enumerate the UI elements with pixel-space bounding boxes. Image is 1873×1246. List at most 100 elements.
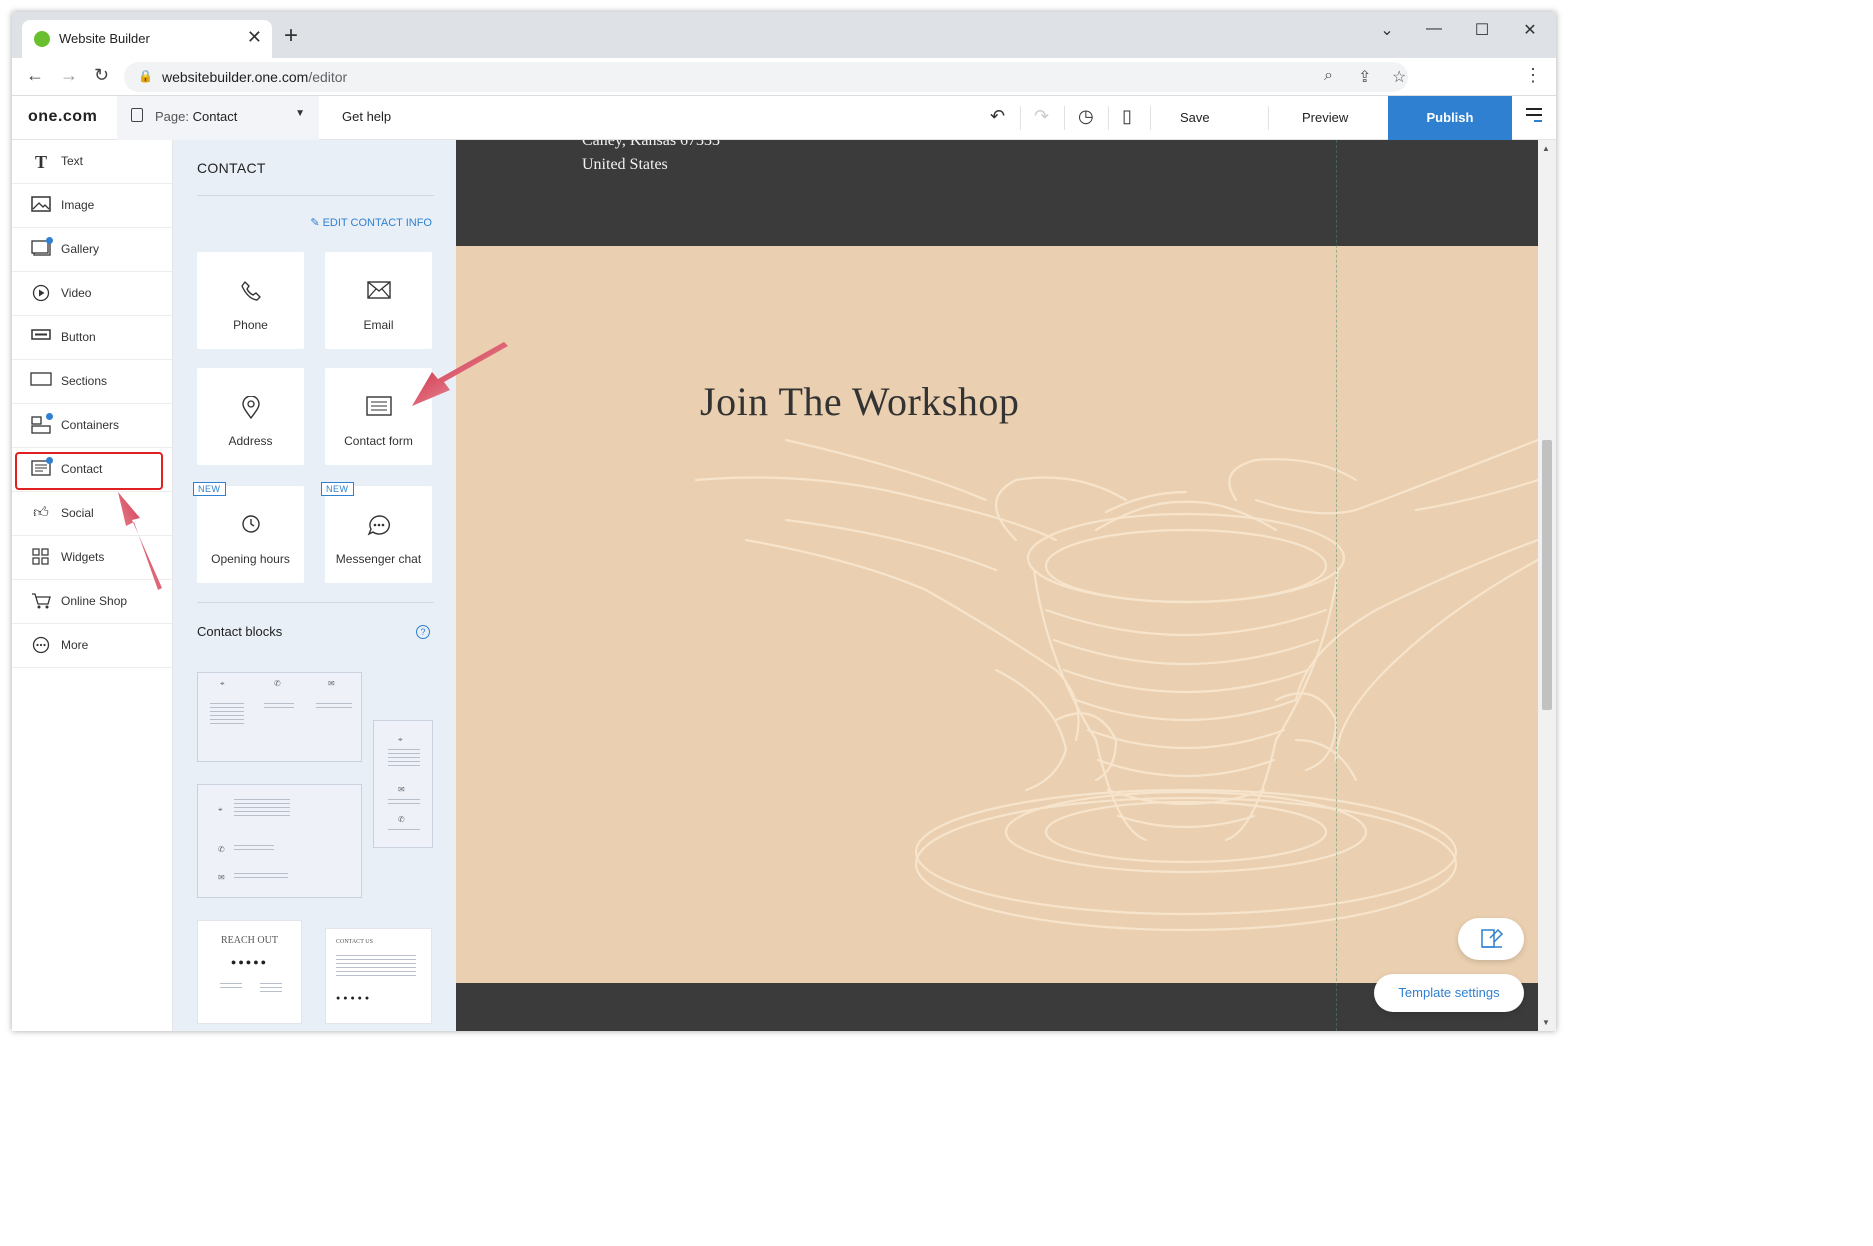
preview-button[interactable]: Preview xyxy=(1302,110,1348,125)
editor-toolbar: one.com Page: Contact ▼ Get help ↶ ↷ ◷ ▯… xyxy=(12,96,1556,140)
map-pin-icon: ⌖ xyxy=(398,735,403,744)
contact-blocks-title: Contact blocks xyxy=(197,624,283,639)
sidebar-item-label: Sections xyxy=(61,374,108,388)
placeholder-lines xyxy=(260,983,282,995)
share-icon[interactable]: ⇪ xyxy=(1358,67,1371,87)
back-icon[interactable]: ← xyxy=(26,65,44,86)
placeholder-lines xyxy=(336,955,416,979)
placeholder-lines xyxy=(316,703,352,711)
contact-form-card[interactable]: Contact form xyxy=(325,368,432,465)
undo-icon[interactable]: ↶ xyxy=(990,106,1005,127)
browser-menu-icon[interactable]: ⋮ xyxy=(1524,65,1542,86)
contact-us-heading: CONTACT US xyxy=(336,939,373,945)
close-tab-icon[interactable]: ✕ xyxy=(247,27,262,48)
image-icon xyxy=(30,196,52,214)
minimize-icon[interactable]: — xyxy=(1419,20,1449,38)
browser-tab[interactable]: Website Builder ✕ xyxy=(22,20,272,58)
divider xyxy=(1268,106,1269,130)
logo[interactable]: one.com xyxy=(28,108,97,126)
sidebar-item-online-shop[interactable]: Online Shop xyxy=(12,580,173,624)
phone-icon: ✆ xyxy=(398,815,405,824)
help-icon[interactable]: ? xyxy=(416,625,430,639)
contact-block-thumbnail[interactable]: REACH OUT ●●●●● xyxy=(197,920,302,1024)
sidebar-item-label: Text xyxy=(61,154,84,168)
close-window-icon[interactable]: ✕ xyxy=(1515,20,1545,40)
card-label: Messenger chat xyxy=(335,552,422,566)
divider xyxy=(1064,106,1065,130)
sidebar-item-social[interactable]: 👍︎ Social xyxy=(12,492,173,536)
publish-button[interactable]: Publish xyxy=(1388,96,1512,140)
mobile-view-icon[interactable]: ▯ xyxy=(1122,106,1132,127)
placeholder-lines xyxy=(388,799,420,807)
sidebar-item-gallery[interactable]: Gallery xyxy=(12,228,173,272)
card-label: Email xyxy=(363,318,394,332)
maximize-icon[interactable]: ☐ xyxy=(1467,20,1497,40)
sidebar-item-label: More xyxy=(61,638,89,652)
reload-icon[interactable]: ↻ xyxy=(94,65,109,86)
sidebar-item-text[interactable]: T Text xyxy=(12,140,173,184)
phone-card[interactable]: Phone xyxy=(197,252,304,349)
email-card[interactable]: Email xyxy=(325,252,432,349)
widgets-icon xyxy=(30,548,52,566)
sidebar-item-button[interactable]: Button xyxy=(12,316,173,360)
redo-icon[interactable]: ↷ xyxy=(1034,106,1049,127)
divider xyxy=(1150,106,1151,130)
cart-icon xyxy=(30,592,52,610)
contact-block-thumbnail[interactable]: CONTACT US ●●●●● xyxy=(325,928,432,1024)
sidebar-item-label: Widgets xyxy=(61,550,105,564)
sidebar-item-containers[interactable]: Containers xyxy=(12,404,173,448)
canvas-scrollbar[interactable]: ▲ ▼ xyxy=(1538,140,1556,1031)
contact-block-thumbnail[interactable]: ⌖ ✆ ✉ xyxy=(197,784,362,898)
edit-contact-info-link[interactable]: ✎ EDIT CONTACT INFO xyxy=(310,216,432,229)
placeholder-lines xyxy=(234,873,288,881)
url-text: websitebuilder.one.com/editor xyxy=(162,69,348,85)
design-tools-button[interactable] xyxy=(1458,918,1524,960)
new-badge: NEW xyxy=(193,482,226,496)
sidebar-item-label: Button xyxy=(61,330,96,344)
chat-bubble-icon xyxy=(325,514,432,542)
new-tab-icon[interactable]: + xyxy=(284,22,298,50)
more-icon xyxy=(30,636,52,654)
divider xyxy=(1020,106,1021,130)
form-icon xyxy=(325,396,432,422)
sidebar-item-more[interactable]: More xyxy=(12,624,173,668)
contact-block-thumbnail[interactable]: ⌖ ✉ ✆ xyxy=(373,720,433,848)
address-card[interactable]: Address xyxy=(197,368,304,465)
sidebar-item-video[interactable]: Video xyxy=(12,272,173,316)
placeholder-lines xyxy=(388,749,420,769)
url-field[interactable]: 🔒 websitebuilder.one.com/editor ⌕ ⇪ ☆ xyxy=(124,62,1408,92)
page-selector[interactable]: Page: Contact ▼ xyxy=(117,96,319,140)
placeholder-lines xyxy=(264,703,294,711)
scroll-down-icon[interactable]: ▼ xyxy=(1542,1018,1550,1027)
scroll-up-icon[interactable]: ▲ xyxy=(1542,144,1550,153)
envelope-icon: ✉ xyxy=(218,873,225,882)
page-canvas[interactable]: Caney, Kansas 67333 United States Join T… xyxy=(456,140,1538,1031)
contact-block-thumbnail[interactable]: ⌖ ✆ ✉ xyxy=(197,672,362,762)
clock-icon xyxy=(197,514,304,540)
sidebar-item-label: Online Shop xyxy=(61,594,128,608)
hamburger-menu-icon[interactable] xyxy=(1526,108,1542,126)
sidebar-item-label: Video xyxy=(61,286,92,300)
opening-hours-card[interactable]: NEW Opening hours xyxy=(193,482,304,583)
section-headline[interactable]: Join The Workshop xyxy=(700,378,1019,425)
placeholder-lines xyxy=(388,829,420,833)
text-icon: T xyxy=(34,152,47,172)
scroll-thumb[interactable] xyxy=(1542,440,1552,710)
messenger-chat-card[interactable]: NEW Messenger chat xyxy=(321,482,432,583)
sidebar-item-widgets[interactable]: Widgets xyxy=(12,536,173,580)
tab-search-icon[interactable]: ⌄ xyxy=(1372,20,1402,40)
zoom-icon[interactable]: ⌕ xyxy=(1324,67,1333,85)
forward-icon[interactable]: → xyxy=(60,65,78,86)
history-icon[interactable]: ◷ xyxy=(1078,106,1094,127)
tab-strip: Website Builder ✕ + ⌄ — ☐ ✕ xyxy=(12,12,1556,58)
new-indicator-dot xyxy=(46,413,53,420)
bookmark-star-icon[interactable]: ☆ xyxy=(1392,67,1406,87)
get-help-link[interactable]: Get help xyxy=(342,109,391,124)
placeholder-lines xyxy=(234,799,290,819)
element-sidebar: T Text Image Gallery Video Button Sectio… xyxy=(12,140,173,1031)
card-label: Address xyxy=(228,434,273,448)
sidebar-item-sections[interactable]: Sections xyxy=(12,360,173,404)
sidebar-item-image[interactable]: Image xyxy=(12,184,173,228)
template-settings-button[interactable]: Template settings xyxy=(1374,974,1524,1012)
save-button[interactable]: Save xyxy=(1180,110,1210,125)
